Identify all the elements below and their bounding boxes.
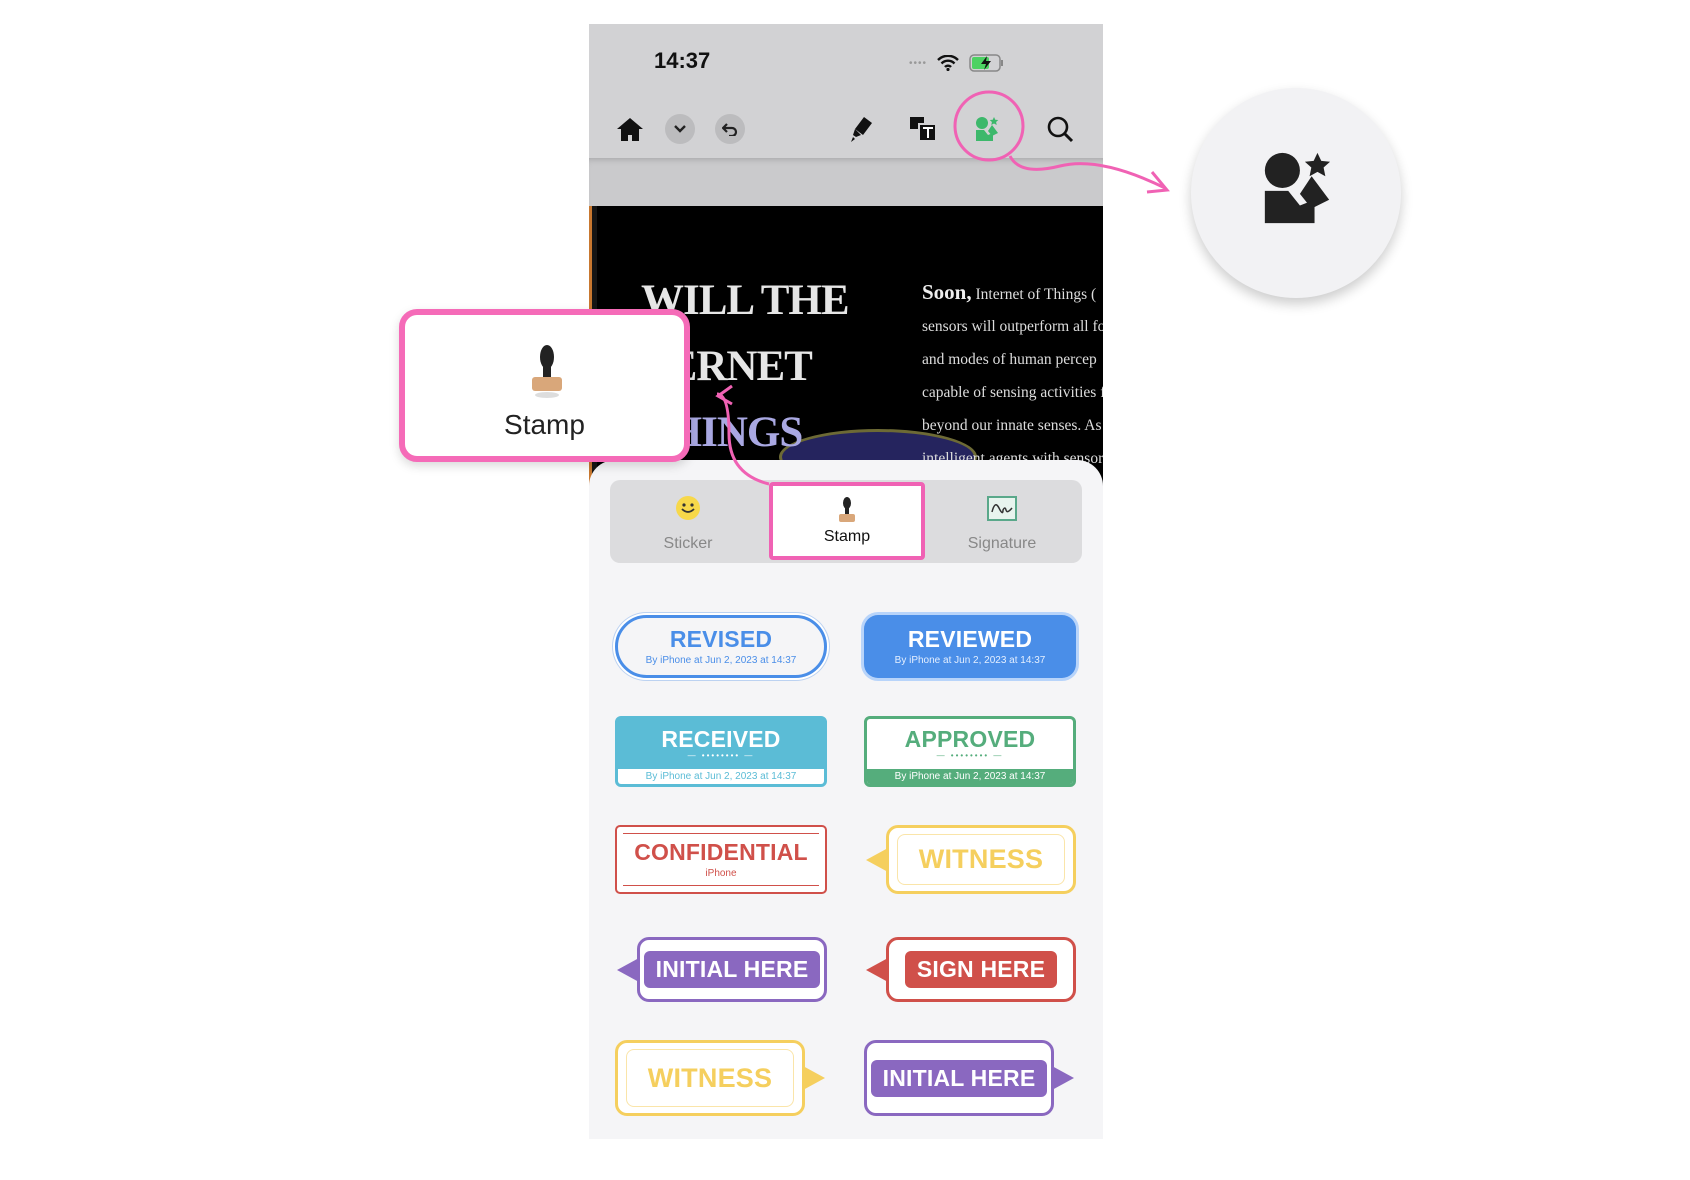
zoomed-icon-circle: [1191, 88, 1401, 298]
pointer-arrow: [716, 392, 770, 486]
stamp-callout: Stamp: [399, 309, 690, 462]
pointer-arrow: [1008, 155, 1166, 190]
stamp-icon: [532, 345, 562, 398]
callout-label: Stamp: [504, 409, 585, 440]
sticker-stamp-icon: [1264, 152, 1331, 224]
annotation-arrows: [715, 90, 1170, 486]
highlight-circle: [953, 90, 1025, 162]
